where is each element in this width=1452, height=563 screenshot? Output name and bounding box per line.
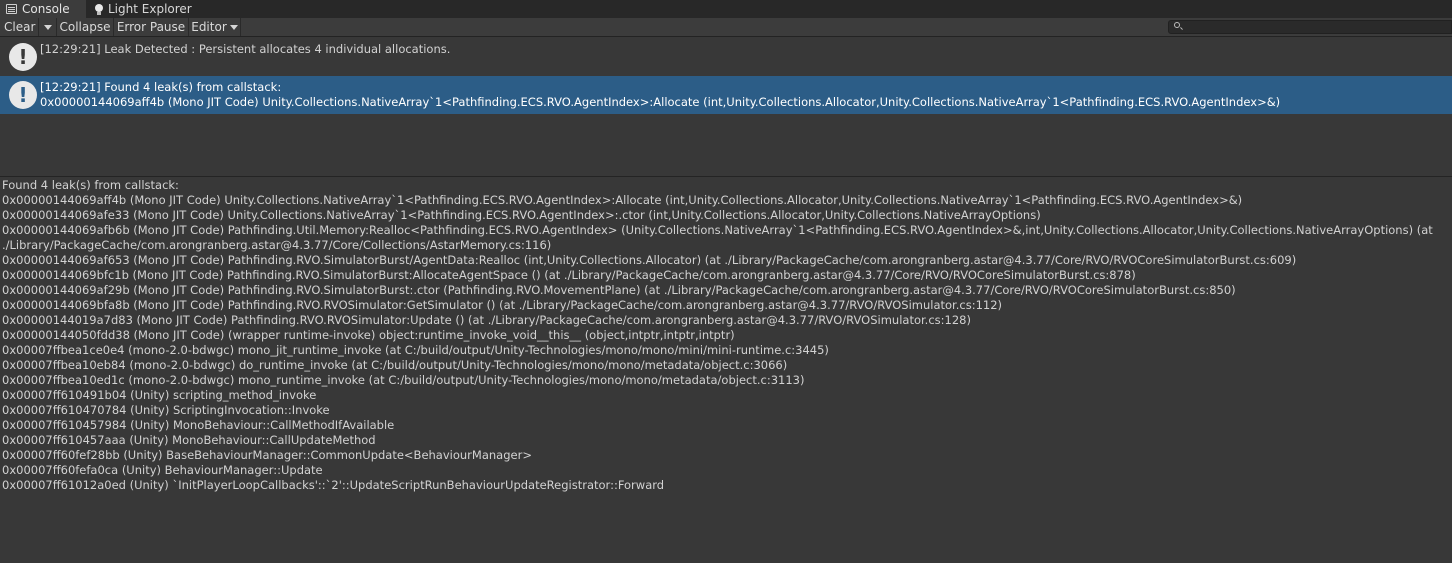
window-tab-bar: Console Light Explorer bbox=[0, 0, 1452, 18]
stack-trace-line: 0x00007ff610457984 (Unity) MonoBehaviour… bbox=[2, 418, 395, 432]
stack-trace-line: 0x00007ff60fefa0ca (Unity) BehaviourMana… bbox=[2, 463, 323, 477]
stack-trace-line: 0x00000144069af29b (Mono JIT Code) Pathf… bbox=[2, 283, 1236, 297]
collapse-toggle[interactable]: Collapse bbox=[57, 18, 114, 36]
chevron-down-icon bbox=[229, 24, 238, 30]
stack-trace-line: 0x00007ff610457aaa (Unity) MonoBehaviour… bbox=[2, 433, 376, 447]
error-pause-toggle[interactable]: Error Pause bbox=[114, 18, 189, 36]
log-list[interactable]: ! [12:29:21] Leak Detected : Persistent … bbox=[0, 38, 1452, 176]
clear-button-label: Clear bbox=[4, 20, 36, 34]
console-icon bbox=[6, 4, 17, 14]
stack-trace-line: 0x00007ff610470784 (Unity) ScriptingInvo… bbox=[2, 403, 330, 417]
tab-light-explorer[interactable]: Light Explorer bbox=[95, 0, 192, 18]
stack-trace-line: 0x00007ffbea10ed1c (mono-2.0-bdwgc) mono… bbox=[2, 373, 805, 387]
stack-trace-line: 0x00000144069afe33 (Mono JIT Code) Unity… bbox=[2, 208, 1041, 222]
warning-icon: ! bbox=[9, 43, 37, 71]
log-entry[interactable]: ! [12:29:21] Leak Detected : Persistent … bbox=[0, 38, 1452, 76]
error-pause-toggle-label: Error Pause bbox=[116, 20, 186, 34]
warning-icon: ! bbox=[9, 81, 37, 109]
tab-light-explorer-label: Light Explorer bbox=[108, 2, 192, 16]
stack-trace-line: 0x00007ffbea1ce0e4 (mono-2.0-bdwgc) mono… bbox=[2, 343, 829, 357]
stack-trace-line: 0x00000144069bfc1b (Mono JIT Code) Pathf… bbox=[2, 268, 1136, 282]
editor-target-dropdown[interactable]: Editor bbox=[189, 18, 241, 36]
stack-trace-line: 0x00007ff61012a0ed (Unity) `InitPlayerLo… bbox=[2, 478, 665, 492]
stack-trace-line: 0x00007ff60fef28bb (Unity) BaseBehaviour… bbox=[2, 448, 532, 462]
light-bulb-icon bbox=[95, 4, 103, 15]
search-icon bbox=[1174, 22, 1180, 28]
stack-trace-line: 0x00000144069bfa8b (Mono JIT Code) Pathf… bbox=[2, 298, 1003, 312]
log-entry-message: [12:29:21] Found 4 leak(s) from callstac… bbox=[40, 80, 282, 94]
console-toolbar: Clear Collapse Error Pause Editor bbox=[0, 18, 1452, 37]
stack-trace-line: 0x00000144019a7d83 (Mono JIT Code) Pathf… bbox=[2, 313, 971, 327]
tab-console[interactable]: Console bbox=[0, 0, 86, 18]
tab-console-label: Console bbox=[22, 2, 70, 16]
log-entry-selected[interactable]: ! [12:29:21] Found 4 leak(s) from callst… bbox=[0, 76, 1452, 114]
stack-trace-line: 0x00007ff610491b04 (Unity) scripting_met… bbox=[2, 388, 317, 402]
log-entry-detail: 0x00000144069aff4b (Mono JIT Code) Unity… bbox=[40, 95, 1281, 109]
stack-trace-line: 0x00000144069af653 (Mono JIT Code) Pathf… bbox=[2, 253, 1297, 267]
chevron-down-icon bbox=[43, 24, 52, 30]
search-input[interactable] bbox=[1168, 20, 1452, 34]
stack-trace-line: 0x00000144050fdd38 (Mono JIT Code) (wrap… bbox=[2, 328, 735, 342]
stack-trace-line: 0x00007ffbea10eb84 (mono-2.0-bdwgc) do_r… bbox=[2, 358, 788, 372]
stack-trace-line: 0x00000144069afb6b (Mono JIT Code) Pathf… bbox=[2, 223, 1437, 252]
collapse-toggle-label: Collapse bbox=[59, 20, 111, 34]
log-entry-message: [12:29:21] Leak Detected : Persistent al… bbox=[40, 42, 451, 56]
stack-trace-panel[interactable]: Found 4 leak(s) from callstack: 0x000001… bbox=[0, 177, 1452, 563]
stack-trace-line: Found 4 leak(s) from callstack: bbox=[2, 178, 179, 192]
stack-trace-line: 0x00000144069aff4b (Mono JIT Code) Unity… bbox=[2, 193, 1243, 207]
clear-button[interactable]: Clear bbox=[0, 18, 39, 36]
clear-options-dropdown[interactable] bbox=[39, 18, 57, 36]
editor-dropdown-label: Editor bbox=[191, 20, 227, 34]
